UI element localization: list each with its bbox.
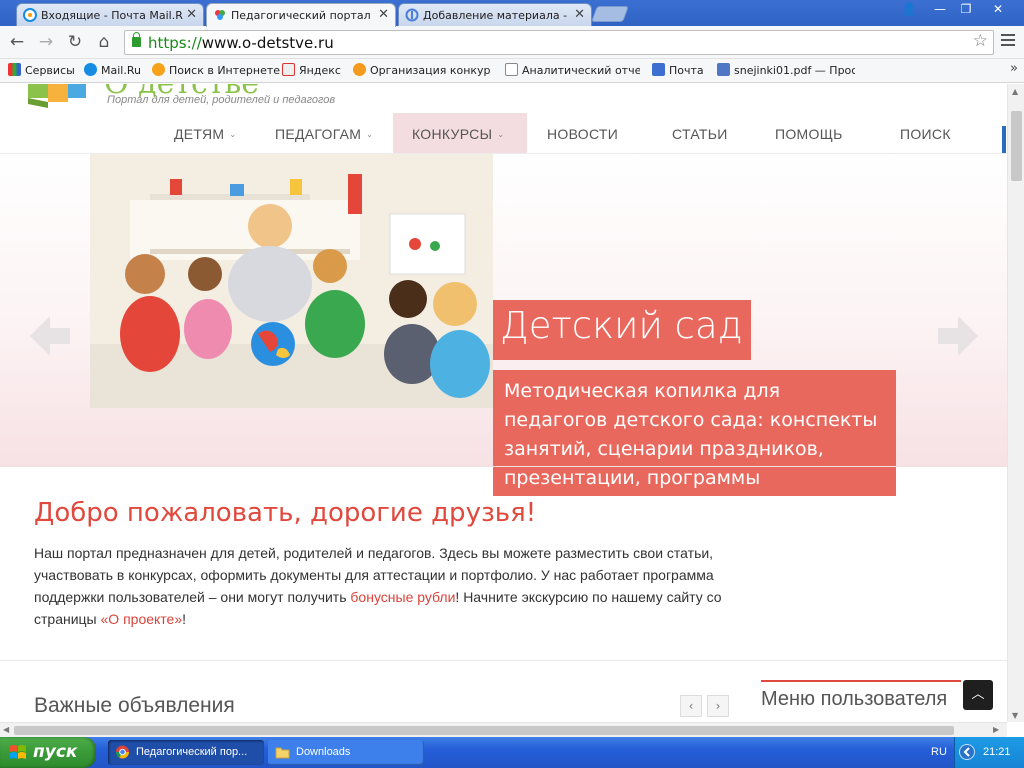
folder-icon (275, 747, 290, 759)
minimize-icon[interactable]: — (927, 0, 953, 18)
chrome-icon (115, 745, 130, 759)
browser-tab-strip: Входящие - Почта Mail.Ru ✕ Педагогически… (0, 0, 1024, 27)
logo-cubes-icon (28, 84, 86, 108)
nav-item-children[interactable]: ДЕТЯМ ⌄ (155, 113, 248, 153)
nav-item-help[interactable]: ПОМОЩЬ (775, 113, 843, 153)
user-icon[interactable]: 👤 (896, 0, 922, 18)
address-bar[interactable]: https://www.o-detstve.ru ☆ (124, 30, 994, 55)
close-icon[interactable]: ✕ (574, 7, 585, 22)
slide-description: Методическая копилка для педагогов детск… (493, 370, 896, 496)
nav-item-search[interactable]: ПОИСК (900, 113, 951, 153)
taskbar-item-browser[interactable]: Педагогический пор... (108, 740, 264, 765)
back-arrow-icon[interactable]: ← (6, 32, 28, 54)
tab-label: Добавление материала - Б (423, 9, 571, 22)
yandex-icon (282, 63, 295, 76)
close-icon[interactable]: ✕ (186, 7, 197, 22)
bookmark-mail[interactable]: Почта (652, 63, 704, 77)
url-scheme: https:// (148, 34, 202, 52)
windows-logo-icon (10, 745, 26, 759)
welcome-text: Наш портал предназначен для детей, родит… (34, 545, 722, 627)
bookmarks-bar: Сервисы Mail.Ru Поиск в Интернете Яндекс… (0, 59, 1024, 83)
search-icon (152, 63, 165, 76)
nav-item-news[interactable]: НОВОСТИ (547, 113, 618, 153)
vertical-scrollbar[interactable]: ▲ ▼ (1007, 84, 1024, 722)
language-indicator[interactable]: RU (931, 746, 947, 758)
taskbar-item-downloads[interactable]: Downloads (268, 740, 424, 765)
reload-icon[interactable]: ↻ (64, 32, 86, 54)
windows-taskbar: пуск Педагогический пор... Downloads RU … (0, 737, 1024, 768)
system-tray: 21:21 (954, 737, 1024, 768)
site-favicon-icon (215, 10, 225, 20)
bookmark-star-icon[interactable]: ☆ (973, 31, 988, 51)
bookmark-report[interactable]: Аналитический отчет (505, 63, 640, 77)
scroll-down-icon[interactable]: ▼ (1012, 711, 1018, 720)
home-icon[interactable]: ⌂ (93, 32, 115, 54)
start-button[interactable]: пуск (0, 737, 96, 768)
about-link[interactable]: «О проекте» (101, 611, 183, 627)
sidebar-accent-bar (761, 680, 961, 682)
browser-toolbar: ← → ↻ ⌂ https://www.o-detstve.ru ☆ (0, 26, 1024, 59)
slide-title[interactable]: Детский сад (493, 300, 751, 360)
page-viewport: О детстве Портал для детей, родителей и … (0, 84, 1007, 722)
bookmark-pdf[interactable]: snejinki01.pdf — Просм (717, 63, 855, 77)
site-tagline: Портал для детей, родителей и педагогов (107, 94, 336, 106)
bookmark-mailru[interactable]: Mail.Ru (84, 63, 141, 77)
mailru-icon (84, 63, 97, 76)
document-icon (717, 63, 730, 76)
user-menu-heading: Меню пользователя (761, 688, 948, 710)
scroll-left-icon[interactable]: ◀ (3, 725, 9, 734)
chevron-down-icon: ⌄ (497, 130, 505, 139)
scroll-top-chevron-up-icon[interactable]: ︿ (963, 680, 993, 710)
bookmark-services[interactable]: Сервисы (8, 63, 75, 77)
scrollbar-thumb[interactable] (1011, 111, 1022, 181)
envelope-icon (652, 63, 665, 76)
page-icon (505, 63, 518, 76)
tab-label: Педагогический портал «О (231, 9, 375, 22)
chevron-left-icon[interactable]: ‹ (680, 695, 702, 717)
tab-portal[interactable]: Педагогический портал «О ✕ (206, 3, 396, 27)
bookmark-contest[interactable]: Организация конкурса (353, 63, 491, 77)
scrollbar-thumb[interactable] (14, 726, 954, 735)
slider-next-arrow-icon[interactable] (938, 314, 978, 358)
bonus-link[interactable]: бонусные рубли (350, 589, 455, 605)
more-bookmarks-icon[interactable]: » (1010, 61, 1018, 76)
loading-icon (405, 8, 419, 22)
tray-expand-icon[interactable] (959, 744, 975, 760)
bookmark-search[interactable]: Поиск в Интернете (152, 63, 280, 77)
window-close-icon[interactable]: ✕ (985, 0, 1011, 18)
tab-label: Входящие - Почта Mail.Ru (41, 9, 183, 22)
bookmark-yandex[interactable]: Яндекс (282, 63, 341, 77)
lock-icon (132, 32, 141, 47)
restore-icon[interactable]: ❐ (953, 0, 979, 18)
scroll-up-icon[interactable]: ▲ (1012, 87, 1018, 96)
forward-arrow-icon[interactable]: → (35, 32, 57, 54)
new-tab-button[interactable] (591, 6, 629, 22)
url-host: www.o-detstve.ru (201, 34, 334, 52)
announcements-heading: Важные объявления (34, 694, 235, 717)
tab-mail[interactable]: Входящие - Почта Mail.Ru ✕ (16, 3, 204, 26)
welcome-heading: Добро пожаловать, дорогие друзья! (34, 498, 537, 528)
close-icon[interactable]: ✕ (378, 7, 389, 22)
divider (0, 466, 1007, 467)
scroll-right-icon[interactable]: ▶ (993, 725, 999, 734)
chevron-down-icon: ⌄ (366, 130, 374, 139)
kindergarten-photo (90, 154, 493, 408)
contest-icon (353, 63, 366, 76)
nav-item-contests[interactable]: КОНКУРСЫ ⌄ (393, 113, 527, 153)
divider (0, 660, 1007, 661)
clock[interactable]: 21:21 (983, 746, 1011, 758)
hero-slider: Детский сад Методическая копилка для пед… (0, 154, 1007, 496)
apps-grid-icon (8, 63, 21, 76)
browser-menu-icon[interactable] (1001, 34, 1015, 49)
nav-item-articles[interactable]: СТАТЬИ (672, 113, 728, 153)
chevron-right-icon[interactable]: › (707, 695, 729, 717)
tab-add-material[interactable]: Добавление материала - Б ✕ (398, 3, 592, 26)
chevron-down-icon: ⌄ (229, 130, 237, 139)
nav-item-teachers[interactable]: ПЕДАГОГАМ ⌄ (256, 113, 391, 153)
horizontal-scrollbar[interactable]: ◀ ▶ (0, 722, 1007, 737)
mailru-icon (23, 8, 37, 22)
slider-prev-arrow-icon[interactable] (30, 314, 70, 358)
